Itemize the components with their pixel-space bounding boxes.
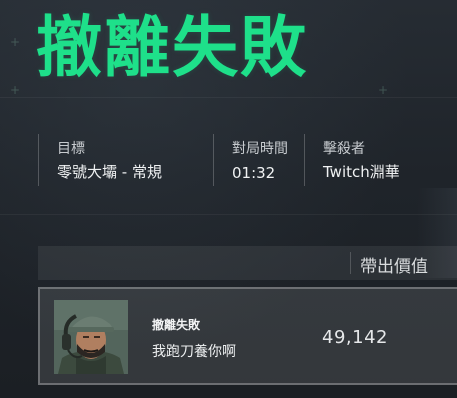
table-row[interactable]: 撤離失敗 我跑刀養你啊 49,142	[38, 287, 457, 385]
killer-label: 擊殺者	[323, 141, 365, 157]
target-label: 目標	[57, 141, 85, 157]
row-status-text: 撤離失敗	[152, 318, 201, 332]
player-name: 我跑刀養你啊	[152, 344, 236, 360]
killer-column: 擊殺者 Twitch淵華	[304, 134, 433, 186]
header-divider	[350, 252, 351, 274]
player-avatar	[54, 300, 128, 374]
crosshair-mark: +	[10, 35, 21, 49]
result-title: 撤離失敗	[36, 9, 308, 86]
time-column: 對局時間 01:32	[213, 134, 304, 186]
extracted-value: 49,142	[322, 327, 388, 348]
grid-line	[0, 214, 457, 215]
target-value: 零號大壩 - 常規	[57, 163, 162, 181]
killer-value: Twitch淵華	[323, 163, 400, 181]
table-header: 帶出價值	[38, 246, 457, 280]
time-label: 對局時間	[232, 141, 288, 157]
soldier-portrait-icon	[54, 300, 128, 374]
value-column-header: 帶出價值	[360, 257, 428, 277]
crosshair-mark: +	[10, 83, 21, 97]
grid-line	[0, 97, 457, 98]
time-value: 01:32	[232, 164, 276, 182]
match-info: 目標 零號大壩 - 常規 對局時間 01:32 擊殺者 Twitch淵華	[38, 134, 433, 186]
crosshair-mark: +	[378, 83, 389, 97]
target-column: 目標 零號大壩 - 常規	[38, 134, 213, 186]
